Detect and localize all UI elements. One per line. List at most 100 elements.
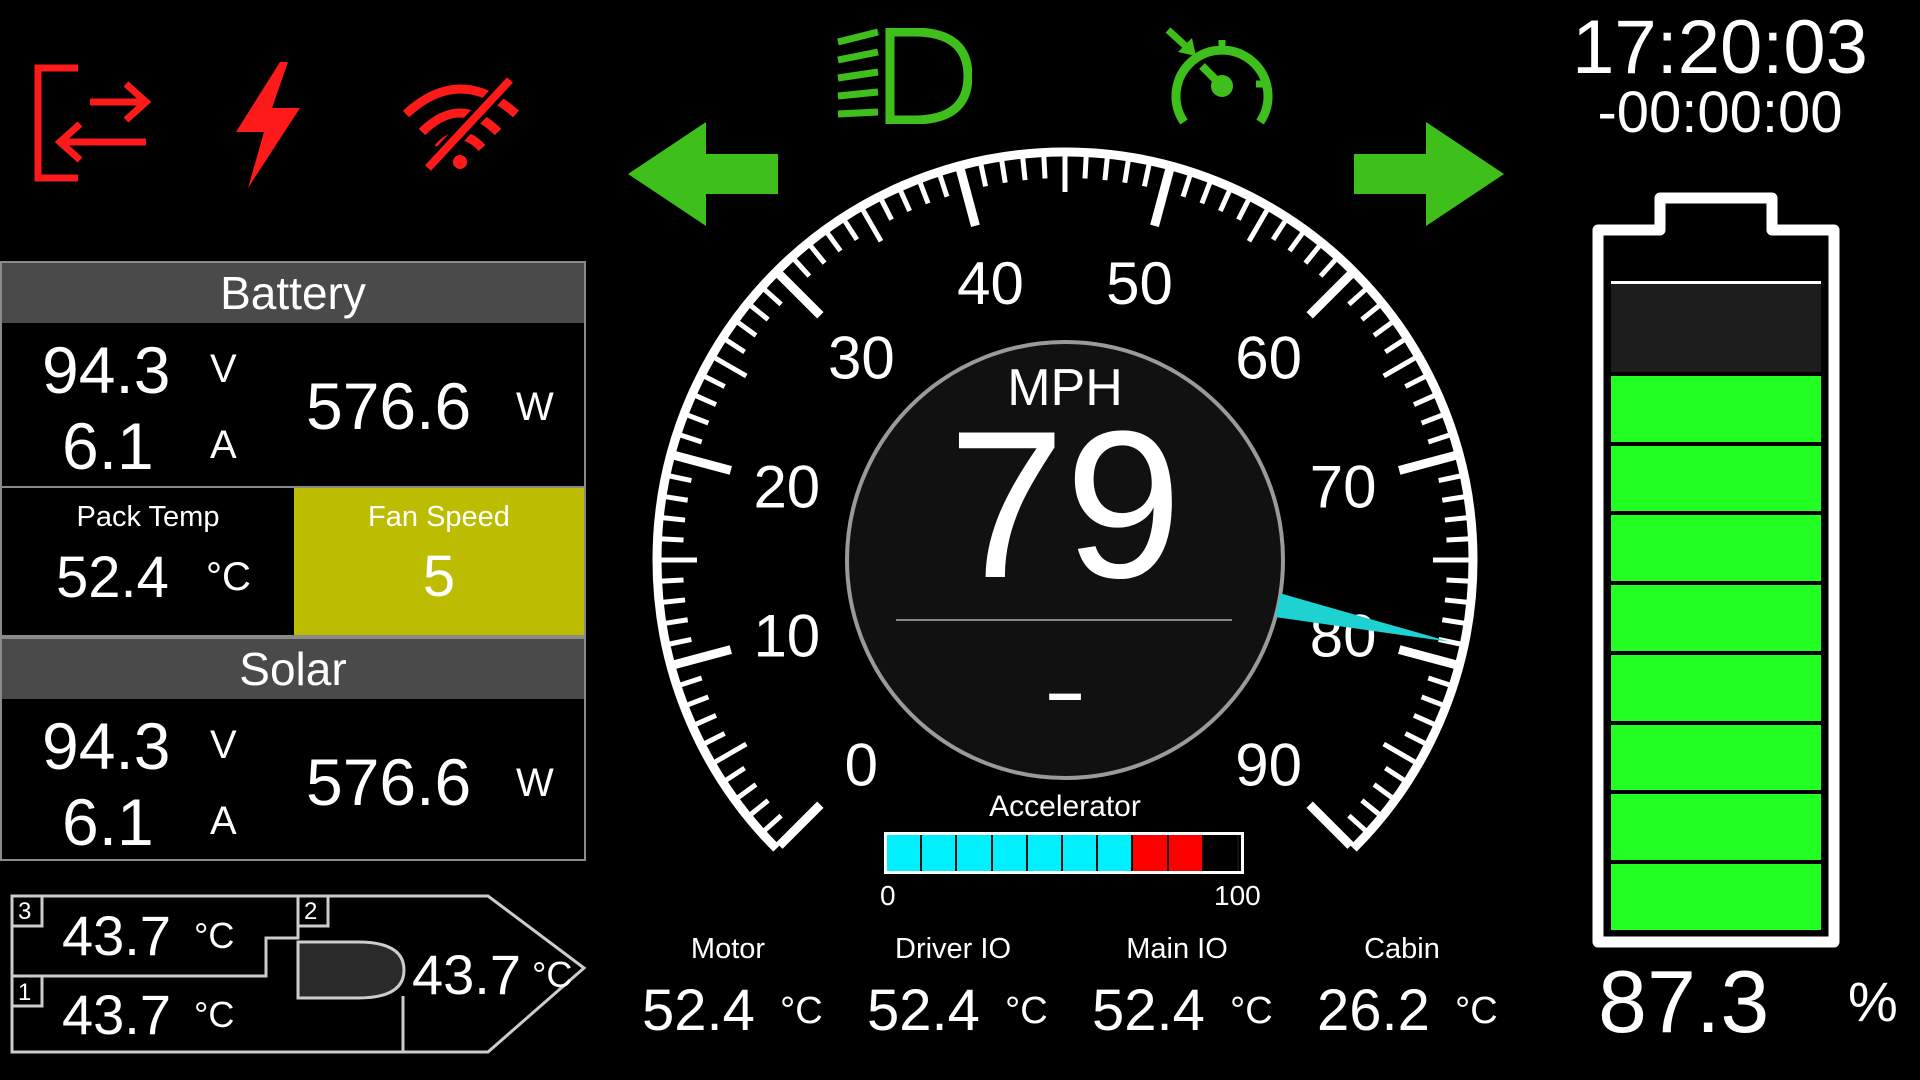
battery-cell-filled [1611, 794, 1821, 861]
zone2-temp: 43.7 [412, 943, 521, 1006]
zone3-id: 3 [18, 898, 32, 925]
minor-tick [978, 164, 989, 187]
motor-temp-value: 52.4 [642, 978, 755, 1043]
tick-label: 0 [845, 732, 878, 799]
minor-tick [1382, 741, 1417, 765]
accelerator-bar [884, 832, 1244, 874]
minor-tick [1382, 355, 1417, 379]
battery-panel: Battery 94.3 V 6.1 A 576.6 W Pack Temp 5… [0, 261, 586, 637]
headlight-icon [837, 28, 972, 124]
minor-tick [1404, 374, 1427, 389]
minor-tick [763, 287, 783, 307]
minor-tick [1420, 694, 1444, 708]
gear-indicator: – [1047, 656, 1083, 728]
zone1-unit: °C [194, 994, 235, 1035]
minor-tick [1318, 258, 1338, 278]
accelerator-cyan-segment [957, 835, 993, 871]
accelerator-label: Accelerator [989, 790, 1141, 823]
battery-power-unit: W [516, 385, 554, 429]
speed-divider [896, 619, 1232, 621]
battery-power: 576.6 [306, 369, 472, 443]
tick-label: 70 [1310, 453, 1377, 520]
major-tick [1398, 645, 1457, 669]
battery-cell-filled [1611, 724, 1821, 791]
cabin-temp-label: Cabin [1364, 933, 1440, 965]
major-tick [956, 168, 980, 227]
accelerator-min-label: 0 [880, 880, 896, 911]
minor-tick [1420, 412, 1444, 426]
minor-tick [1270, 219, 1288, 241]
fan-speed-label: Fan Speed [368, 501, 510, 533]
minor-tick [1246, 208, 1270, 243]
minor-tick [1384, 337, 1406, 355]
zone2-id: 2 [304, 898, 318, 925]
accelerator-max-label: 100 [1214, 880, 1261, 911]
battery-cap-bar [1611, 281, 1821, 309]
tick-label: 10 [753, 603, 820, 670]
minor-tick [879, 198, 894, 221]
battery-cell-filled [1611, 654, 1821, 721]
minor-tick [1287, 231, 1305, 253]
battery-panel-title: Battery [2, 263, 584, 323]
minor-tick [669, 636, 692, 647]
minor-tick [1427, 432, 1450, 445]
minor-tick [763, 813, 783, 833]
minor-tick [665, 617, 689, 626]
major-tick [673, 645, 732, 669]
major-tick [776, 801, 824, 849]
main-io-temp-label: Main IO [1126, 933, 1228, 965]
solar-power: 576.6 [306, 745, 472, 819]
minor-tick [724, 337, 746, 355]
minor-tick [1360, 798, 1381, 817]
zone3-unit: °C [194, 915, 235, 956]
cabin-temp-value: 26.2 [1317, 978, 1430, 1043]
minor-tick [1041, 156, 1048, 179]
minor-tick [1444, 515, 1468, 523]
solar-panel-title: Solar [2, 639, 584, 699]
minor-tick [1412, 393, 1436, 407]
minor-tick [1180, 175, 1193, 198]
accelerator-cyan-segment [992, 835, 1028, 871]
major-tick [776, 271, 824, 319]
minor-tick [1444, 597, 1468, 605]
clock-time: 17:20:03 [1572, 5, 1868, 90]
minor-tick [1427, 675, 1450, 688]
minor-tick [1218, 189, 1232, 213]
minor-tick [736, 782, 758, 800]
minor-tick [1082, 156, 1089, 179]
minor-tick [669, 473, 692, 484]
pack-temp-label: Pack Temp [76, 501, 220, 533]
accelerator-red-segment [1168, 835, 1204, 871]
wifi-off-icon [402, 74, 519, 172]
speed-value: 79 [948, 387, 1182, 622]
minor-tick [694, 393, 718, 407]
minor-tick [1441, 617, 1465, 626]
main-io-temp-value: 52.4 [1092, 978, 1205, 1043]
minor-tick [749, 303, 770, 322]
minor-tick [860, 208, 884, 243]
pack-temp-unit: °C [206, 555, 251, 599]
minor-tick [713, 355, 748, 379]
tick-label: 60 [1235, 324, 1302, 391]
minor-tick [792, 258, 812, 278]
tick-label: 90 [1235, 732, 1302, 799]
driver-io-temp-label: Driver IO [895, 933, 1011, 965]
solar-current: 6.1 [62, 785, 154, 859]
accelerator-cyan-segment [1027, 835, 1063, 871]
minor-tick [1236, 198, 1251, 221]
battery-cell-filled [1611, 445, 1821, 512]
tick-label: 40 [957, 250, 1024, 317]
battery-cell-filled [1611, 515, 1821, 582]
battery-level-fill [1611, 306, 1821, 930]
lightning-fault-icon [236, 62, 300, 188]
minor-tick [749, 798, 770, 817]
minor-tick [1347, 287, 1367, 307]
major-tick [1306, 271, 1354, 319]
main-io-temp-unit: °C [1230, 990, 1273, 1032]
minor-tick [680, 675, 703, 688]
zone1-temp: 43.7 [62, 983, 171, 1046]
minor-tick [1446, 577, 1469, 584]
minor-tick [808, 244, 827, 265]
accelerator-cyan-segment [1063, 835, 1099, 871]
minor-tick [1446, 536, 1469, 543]
